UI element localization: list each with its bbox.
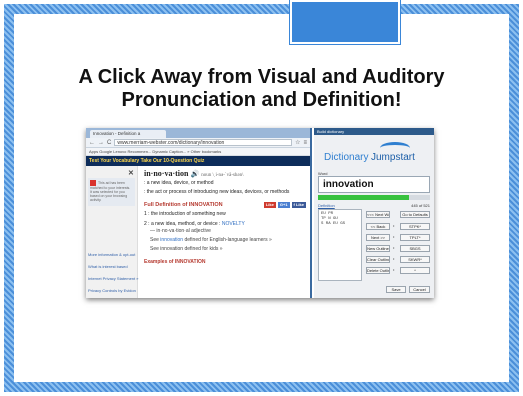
ad-sidebar: ✕ This ad has been matched to your inter… [86,166,138,298]
sense-2-text: 2 : a new idea, method, or device : [144,221,222,227]
dictionary-jumpstart-window: Build dictionary Dictionary Jumpstart Wo… [314,128,434,298]
simple-definition-1: : a new idea, device, or method [144,180,214,186]
logo-text-dictionary: Dictionary [324,152,369,163]
headword: in·no·va·tion 🔊 noun \ˌi-nə-ˈvā-shən\ [144,169,306,178]
side-link[interactable]: Privacy Controls by Evidon [88,288,136,293]
outline-option-stpk[interactable]: STPK* [400,223,430,230]
slide-title-line-2: Pronunciation and Definition! [121,89,402,111]
outline-option-sbgs[interactable]: SBGS [400,245,430,252]
reload-icon[interactable]: C [107,140,111,146]
see-keyword: innovation [160,237,184,243]
dictionary-titlebar: Build dictionary [314,128,434,135]
definition-content: in·no·va·tion 🔊 noun \ˌi-nə-ˈvā-shən\ : … [140,166,310,298]
ad-text: This ad has been matched to your interes… [90,180,131,202]
menu-icon[interactable]: ≡ [303,140,307,146]
clear-outlines-button[interactable]: Clear Outlines [366,256,390,263]
see-learners-link[interactable]: See innovation defined for English-langu… [150,237,306,244]
see-suffix: defined for English-language learners » [183,237,272,243]
cancel-button[interactable]: Cancel [409,286,430,293]
page-body: ✕ This ad has been matched to your inter… [86,166,310,298]
browser-tab-bar: Innovation - Definition a [86,128,310,138]
headword-text: in·no·va·tion [144,169,189,178]
outline-option-star[interactable]: * [400,267,430,274]
sense-2: 2 : a new idea, method, or device : NOVE… [144,221,306,228]
slide-title: A Click Away from Visual and Auditory Pr… [14,66,509,112]
delete-outline-button[interactable]: Delete Outline [366,267,390,274]
see-prefix: See [150,237,161,243]
see-kids-link[interactable]: See innovation defined for kids » [150,246,306,253]
progress-bar-fill [318,195,409,200]
outline-option-tplt[interactable]: TPLT* [400,234,430,241]
word-field[interactable]: innovation [318,176,430,193]
slide-title-line-1: A Click Away from Visual and Auditory [78,66,445,88]
side-link[interactable]: What is interest based [88,264,128,269]
address-bar[interactable]: www.merriam-webster.com/dictionary/innov… [114,139,293,146]
social-buttons: Like G+1 f Like [263,202,306,208]
next-word-button[interactable]: <<< Next Word [366,211,390,218]
bullet: • [393,234,395,239]
pronunciation: noun \ˌi-nə-ˈvā-shən\ [201,173,244,178]
like-button[interactable]: Like [263,202,276,208]
side-link[interactable]: Internet Privacy Statement » [88,276,138,281]
sense-1: 1 : the introduction of something new [144,211,226,217]
definition-link[interactable]: Definition [318,203,335,208]
full-definition-heading: Full Definition of INNOVATION [144,202,223,208]
bullet: • [393,256,395,261]
outline-option-skwr[interactable]: SKWR* [400,256,430,263]
browser-window: Innovation - Definition a ← → C www.merr… [86,128,312,298]
progress-bar [318,195,430,200]
facebook-like-button[interactable]: f Like [291,202,306,208]
ad-block[interactable]: This ad has been matched to your interes… [88,178,135,206]
adjective-form: — in·no·va·tion·al adjective [150,228,211,234]
screenshot-composite: Innovation - Definition a ← → C www.merr… [86,128,434,298]
gplus-button[interactable]: G+1 [277,202,290,208]
forward-icon[interactable]: → [98,140,104,146]
close-icon[interactable]: ✕ [128,169,134,177]
back-icon[interactable]: ← [89,140,95,146]
side-link[interactable]: More information & opt-out [88,252,135,257]
browser-toolbar: ← → C www.merriam-webster.com/dictionary… [86,138,310,148]
slide-header-tab [289,0,401,45]
simple-definition-2: : the act or process of introducing new … [144,189,290,195]
new-outline-button[interactable]: New Outline [366,245,390,252]
go-to-defaults-button[interactable]: Go to Defaults [400,211,430,218]
bullet: • [393,267,395,272]
sense-2-link[interactable]: NOVELTY [222,221,245,227]
next-button[interactable]: Next >> [366,234,390,241]
bullet: • [393,223,395,228]
word-counter: 445 of 521 [411,203,430,208]
banner-text: Test Your Vocabulary Take Our 10-Questio… [89,158,205,164]
outline-textarea[interactable]: EU PR TP N GU S RA EU GS [318,209,362,281]
bookmarks-bar[interactable]: Apps Google Lenovo Recommen... Dynamic C… [86,148,310,156]
examples-heading: Examples of INNOVATION [144,259,206,265]
dictionary-jumpstart-logo: Dictionary Jumpstart [324,142,424,166]
save-button[interactable]: Save [386,286,406,293]
speaker-icon[interactable]: 🔊 [190,170,199,178]
site-banner[interactable]: Test Your Vocabulary Take Our 10-Questio… [86,156,310,166]
logo-text-jumpstart: Jumpstart [371,152,415,163]
browser-tab[interactable]: Innovation - Definition a [90,130,166,138]
star-icon[interactable]: ☆ [295,139,300,146]
bullet: • [393,245,395,250]
full-definition-header: Full Definition of INNOVATION Like G+1 f… [144,202,306,208]
back-button[interactable]: << Back [366,223,390,230]
